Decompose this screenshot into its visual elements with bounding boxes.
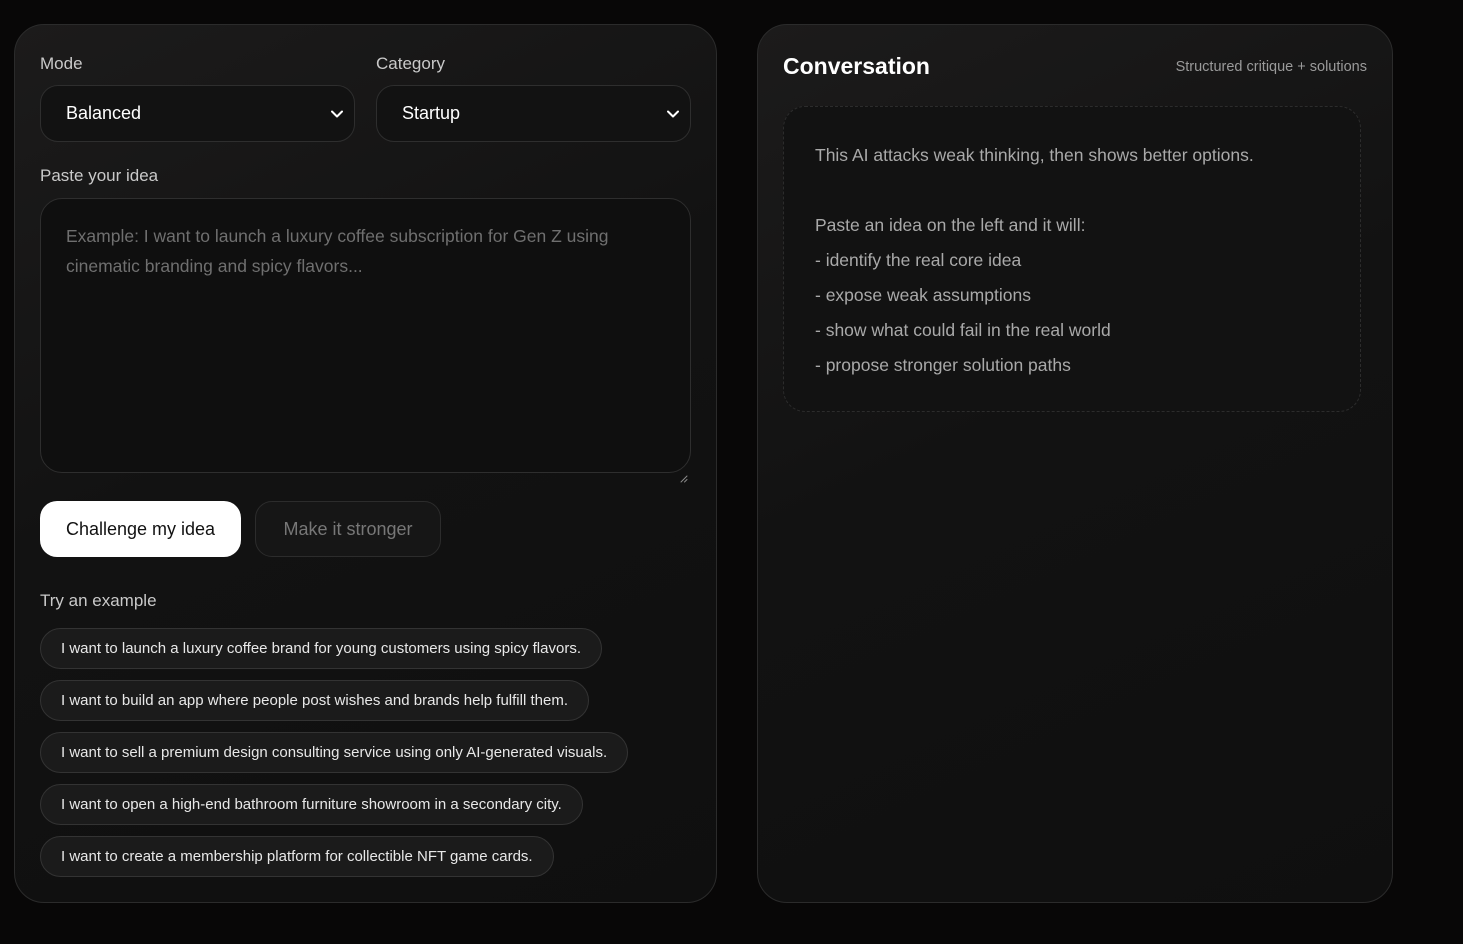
intro-bullet: - expose weak assumptions bbox=[815, 285, 1031, 305]
example-chip[interactable]: I want to open a high-end bathroom furni… bbox=[40, 784, 583, 825]
example-chip[interactable]: I want to create a membership platform f… bbox=[40, 836, 554, 877]
conversation-subtitle: Structured critique + solutions bbox=[1175, 59, 1367, 75]
chevron-down-icon bbox=[330, 107, 344, 121]
intro-message: This AI attacks weak thinking, then show… bbox=[783, 106, 1361, 412]
mode-label: Mode bbox=[40, 54, 83, 73]
category-select-value: Startup bbox=[402, 103, 461, 123]
intro-lead: Paste an idea on the left and it will: bbox=[815, 215, 1086, 235]
intro-bullet: - show what could fail in the real world bbox=[815, 320, 1111, 340]
chevron-down-icon bbox=[666, 107, 680, 121]
idea-label: Paste your idea bbox=[40, 166, 159, 185]
idea-textarea-placeholder: Example: I want to launch a luxury coffe… bbox=[66, 226, 609, 276]
examples-label: Try an example bbox=[40, 591, 157, 610]
mode-select-value: Balanced bbox=[66, 103, 142, 123]
idea-textarea[interactable]: Example: I want to launch a luxury coffe… bbox=[40, 198, 691, 483]
challenge-idea-button[interactable]: Challenge my idea bbox=[40, 501, 241, 557]
conversation-panel: Conversation Structured critique + solut… bbox=[757, 24, 1393, 903]
category-select[interactable]: Startup bbox=[376, 85, 691, 142]
example-chip[interactable]: I want to build an app where people post… bbox=[40, 680, 589, 721]
intro-headline: This AI attacks weak thinking, then show… bbox=[815, 145, 1254, 165]
example-chip[interactable]: I want to launch a luxury coffee brand f… bbox=[40, 628, 602, 669]
idea-input-panel: Mode Balanced Category Startup Paste you… bbox=[14, 24, 717, 903]
mode-select[interactable]: Balanced bbox=[40, 85, 355, 142]
conversation-title: Conversation bbox=[783, 53, 930, 79]
intro-bullet: - identify the real core idea bbox=[815, 250, 1022, 270]
resize-handle-icon[interactable] bbox=[680, 462, 688, 483]
category-label: Category bbox=[376, 54, 445, 73]
make-stronger-button[interactable]: Make it stronger bbox=[255, 501, 441, 557]
intro-bullet: - propose stronger solution paths bbox=[815, 355, 1071, 375]
example-chip[interactable]: I want to sell a premium design consulti… bbox=[40, 732, 629, 773]
